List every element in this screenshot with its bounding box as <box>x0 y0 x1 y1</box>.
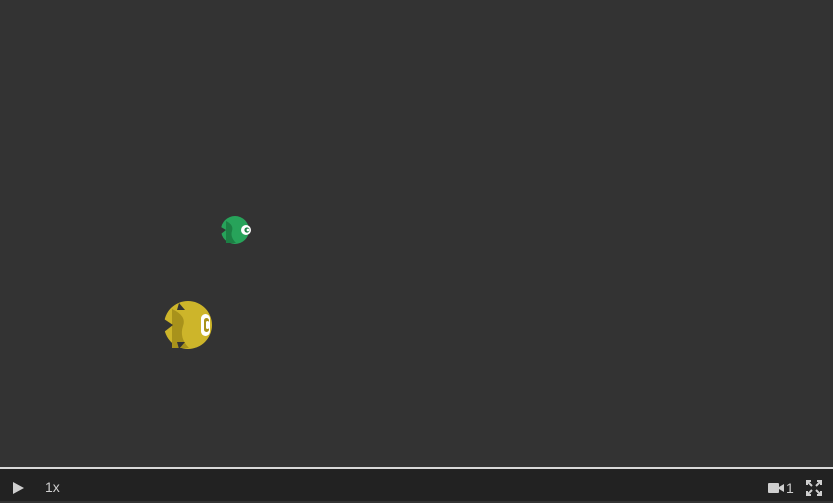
camera-button[interactable]: 1 <box>768 480 794 496</box>
play-button[interactable] <box>8 478 28 498</box>
playback-controls: 1x 1 <box>0 469 833 501</box>
play-icon <box>13 482 24 494</box>
fullscreen-icon <box>806 480 822 496</box>
game-stage <box>0 0 833 468</box>
camera-count: 1 <box>786 480 794 496</box>
yellow-agent <box>164 301 212 349</box>
camera-icon <box>768 483 784 493</box>
speed-selector[interactable]: 1x <box>45 479 60 495</box>
green-agent <box>221 216 251 244</box>
fullscreen-button[interactable] <box>806 480 822 496</box>
